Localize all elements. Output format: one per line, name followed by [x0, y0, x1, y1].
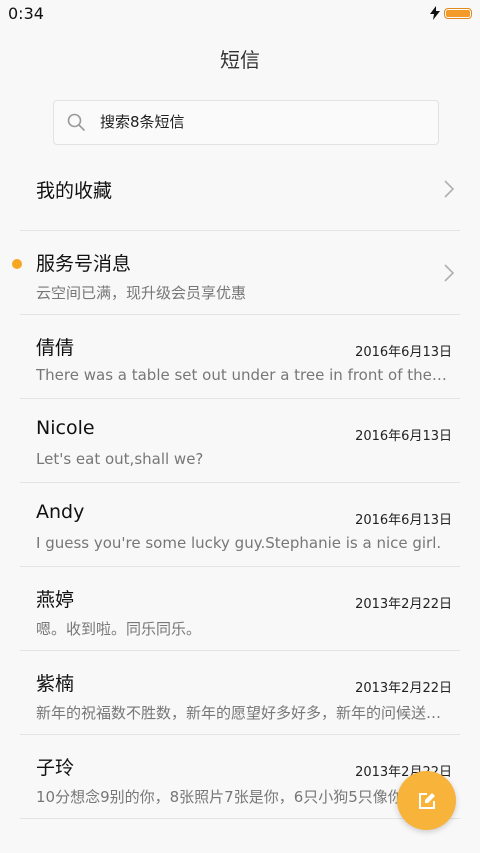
conversation-item[interactable]: 倩倩 2016年6月13日 There was a table set out …: [0, 315, 480, 399]
search-box[interactable]: 搜索8条短信: [53, 100, 439, 145]
conversation-name: Nicole: [36, 417, 95, 439]
favorites-label: 我的收藏: [36, 180, 113, 202]
conversation-item[interactable]: 紫楠 2013年2月22日 新年的祝福数不胜数，新年的愿望好多好多，新年的问候送…: [0, 651, 480, 735]
chevron-right-icon: [444, 264, 454, 282]
conversation-item[interactable]: 燕婷 2013年2月22日 嗯。收到啦。同乐同乐。: [0, 567, 480, 651]
chevron-right-icon: [444, 180, 454, 198]
conversation-date: 2013年2月22日: [355, 681, 452, 696]
conversation-preview: 10分想念9别的你，8张照片7张是你，6只小狗5只像你: [36, 788, 403, 806]
conversation-item[interactable]: Andy 2016年6月13日 I guess you're some luck…: [0, 483, 480, 567]
service-messages-item[interactable]: 服务号消息 云空间已满，现升级会员享优惠: [0, 231, 480, 315]
conversation-date: 2013年2月22日: [355, 597, 452, 612]
status-bar: 0:34: [0, 0, 480, 28]
conversation-preview: There was a table set out under a tree i…: [36, 366, 451, 384]
battery-icon: [444, 7, 472, 19]
conversation-name: 紫楠: [36, 673, 75, 695]
conversation-preview: I guess you're some lucky guy.Stephanie …: [36, 534, 442, 552]
status-indicators: [430, 6, 472, 20]
conversation-date: 2016年6月13日: [355, 513, 452, 528]
divider: [20, 818, 460, 819]
charging-icon: [430, 6, 440, 20]
search-icon: [67, 113, 85, 131]
search-input[interactable]: 搜索8条短信: [100, 101, 185, 144]
conversation-preview: 云空间已满，现升级会员享优惠: [36, 284, 247, 302]
conversation-name: 服务号消息: [36, 253, 132, 275]
conversation-date: 2016年6月13日: [355, 345, 452, 360]
conversation-preview: Let's eat out,shall we?: [36, 450, 204, 468]
conversation-name: 倩倩: [36, 337, 75, 359]
unread-dot: [12, 259, 22, 269]
conversation-name: 子玲: [36, 757, 75, 779]
conversation-name: Andy: [36, 501, 85, 523]
conversation-preview: 新年的祝福数不胜数，新年的愿望好多好多，新年的问候送给你: [36, 704, 451, 722]
compose-icon: [418, 792, 435, 809]
favorites-item[interactable]: 我的收藏: [0, 150, 480, 230]
page-title: 短信: [220, 48, 260, 72]
status-time: 0:34: [8, 4, 44, 23]
conversation-preview: 嗯。收到啦。同乐同乐。: [36, 620, 202, 638]
compose-button[interactable]: [397, 771, 456, 830]
conversation-item[interactable]: Nicole 2016年6月13日 Let's eat out,shall we…: [0, 399, 480, 483]
conversation-name: 燕婷: [36, 589, 75, 611]
conversation-date: 2016年6月13日: [355, 429, 452, 444]
